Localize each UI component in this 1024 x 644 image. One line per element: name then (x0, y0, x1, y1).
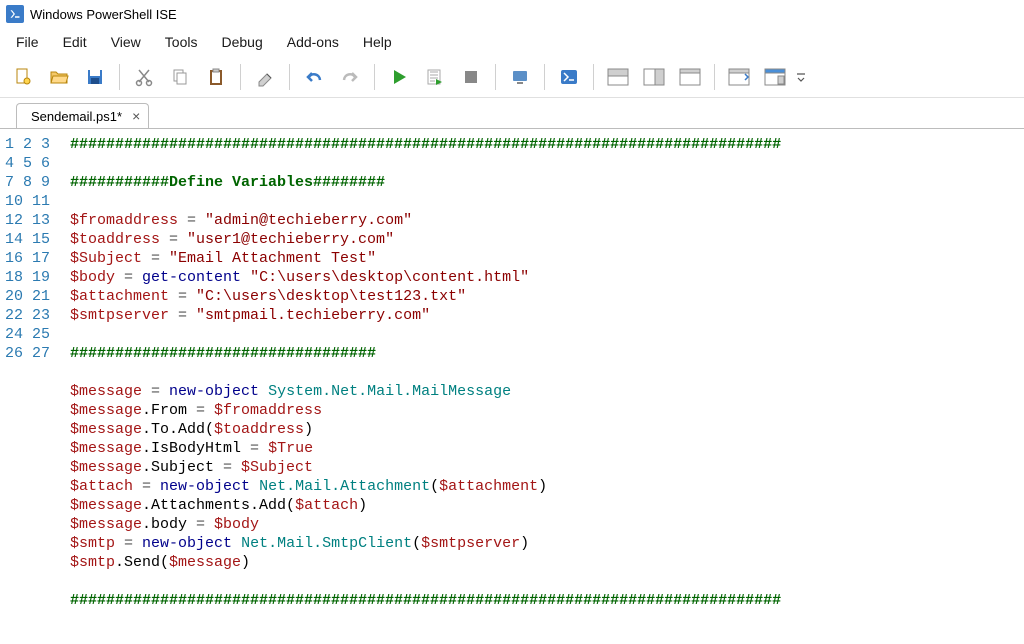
toolbar-separator (593, 64, 594, 90)
menu-addons[interactable]: Add-ons (275, 31, 351, 53)
toolbar-overflow-button[interactable] (794, 60, 808, 94)
show-script-pane-right-button[interactable] (637, 60, 671, 94)
new-file-button[interactable] (6, 60, 40, 94)
toolbar (0, 56, 1024, 98)
new-remote-button[interactable] (503, 60, 537, 94)
window-title: Windows PowerShell ISE (30, 7, 177, 22)
menu-tools[interactable]: Tools (153, 31, 210, 53)
show-script-pane-top-button[interactable] (601, 60, 635, 94)
menu-view[interactable]: View (99, 31, 153, 53)
code-area[interactable]: ########################################… (60, 129, 1024, 644)
toolbar-separator (495, 64, 496, 90)
start-powershell-button[interactable] (552, 60, 586, 94)
show-command-window-button[interactable] (758, 60, 792, 94)
menu-bar: File Edit View Tools Debug Add-ons Help (0, 28, 1024, 56)
tab-sendemail[interactable]: Sendemail.ps1* × (16, 103, 149, 128)
menu-edit[interactable]: Edit (51, 31, 99, 53)
toolbar-separator (289, 64, 290, 90)
save-button[interactable] (78, 60, 112, 94)
code-editor[interactable]: 1 2 3 4 5 6 7 8 9 10 11 12 13 14 15 16 1… (0, 128, 1024, 644)
powershell-ise-icon (6, 5, 24, 23)
redo-button[interactable] (333, 60, 367, 94)
title-bar: Windows PowerShell ISE (0, 0, 1024, 28)
toolbar-separator (714, 64, 715, 90)
show-command-addon-button[interactable] (722, 60, 756, 94)
toolbar-separator (119, 64, 120, 90)
stop-button[interactable] (454, 60, 488, 94)
toolbar-separator (240, 64, 241, 90)
run-selection-button[interactable] (418, 60, 452, 94)
copy-button[interactable] (163, 60, 197, 94)
toolbar-separator (374, 64, 375, 90)
line-number-gutter: 1 2 3 4 5 6 7 8 9 10 11 12 13 14 15 16 1… (0, 129, 60, 644)
run-script-button[interactable] (382, 60, 416, 94)
menu-file[interactable]: File (4, 31, 51, 53)
tab-label: Sendemail.ps1* (31, 109, 122, 124)
menu-debug[interactable]: Debug (209, 31, 274, 53)
clear-button[interactable] (248, 60, 282, 94)
cut-button[interactable] (127, 60, 161, 94)
menu-help[interactable]: Help (351, 31, 404, 53)
tab-strip: Sendemail.ps1* × (0, 98, 1024, 128)
undo-button[interactable] (297, 60, 331, 94)
open-file-button[interactable] (42, 60, 76, 94)
show-script-pane-max-button[interactable] (673, 60, 707, 94)
paste-button[interactable] (199, 60, 233, 94)
tab-close-button[interactable]: × (132, 108, 140, 124)
toolbar-separator (544, 64, 545, 90)
